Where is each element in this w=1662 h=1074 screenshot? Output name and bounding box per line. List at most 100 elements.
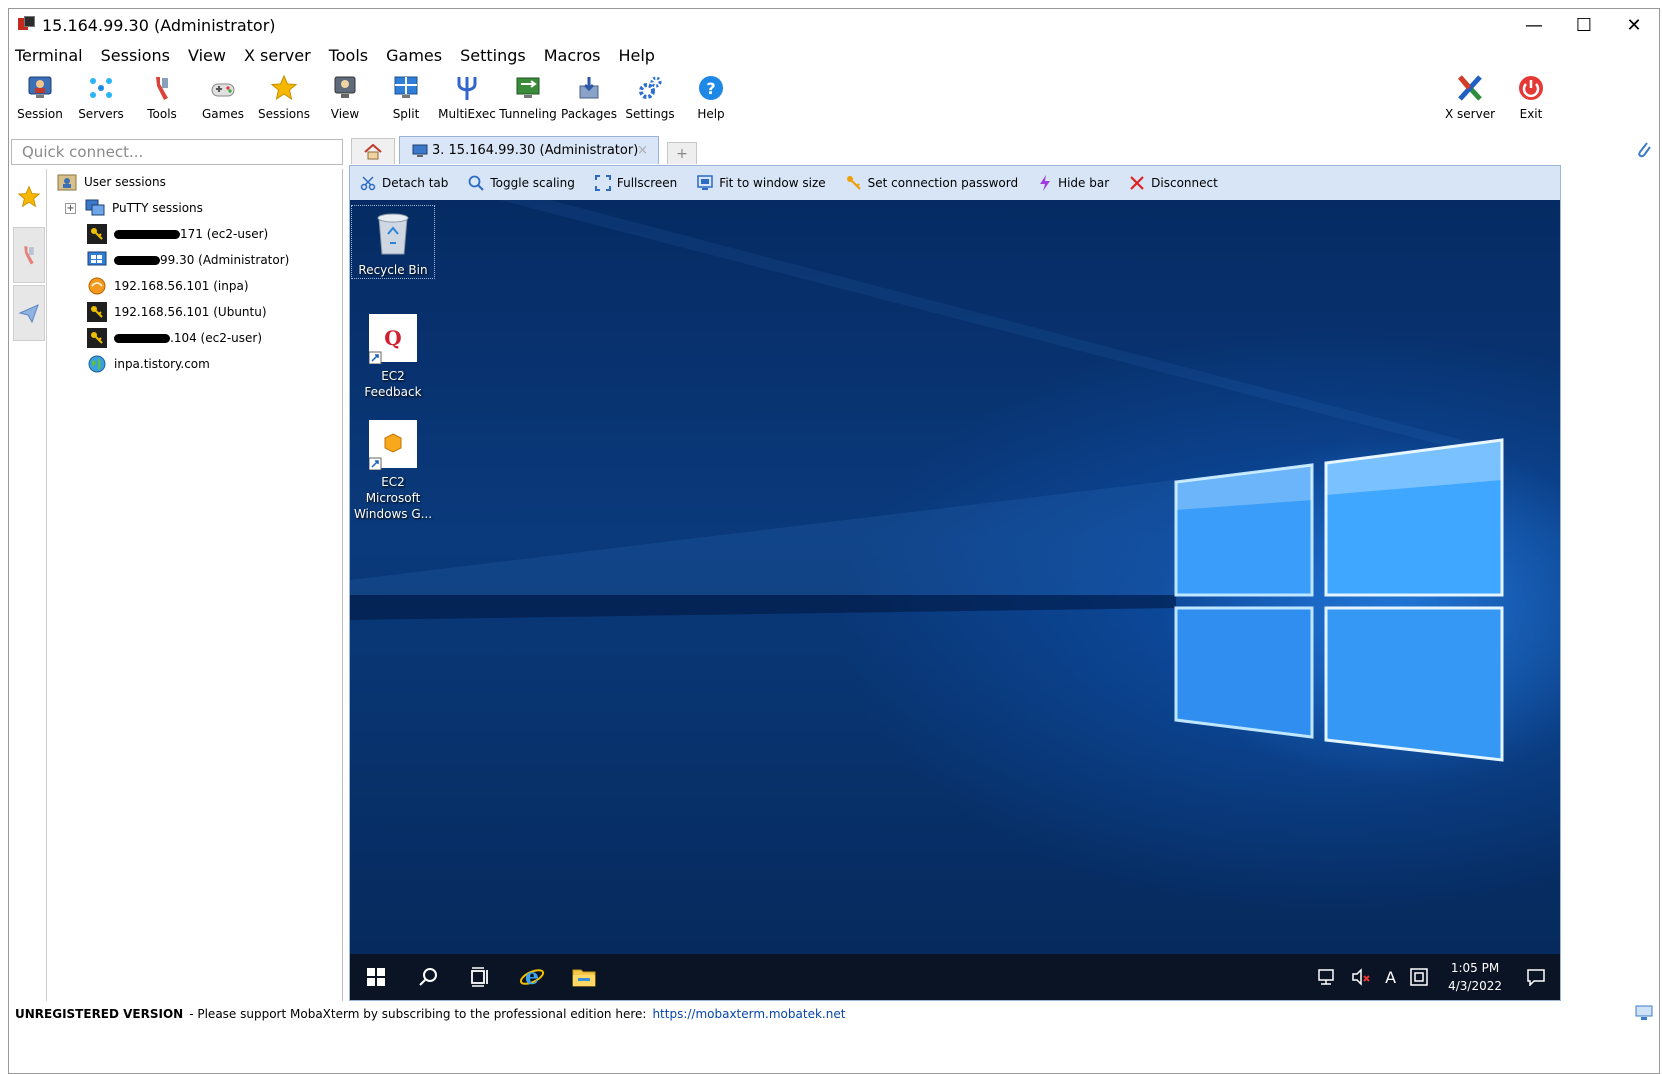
remote-session-view[interactable]: Detach tab Toggle scaling Fullscreen Fit… — [349, 165, 1561, 1001]
detach-tab-button[interactable]: Detach tab — [360, 175, 448, 191]
tab-session-active[interactable]: 3. 15.164.99.30 (Administrator) × — [399, 136, 659, 164]
servers-button[interactable]: Servers — [70, 71, 132, 133]
fullscreen-icon — [594, 175, 611, 191]
lightning-icon — [1038, 175, 1052, 191]
globe-icon — [87, 354, 107, 374]
fit-to-window-button[interactable]: Fit to window size — [697, 175, 826, 191]
tab-close-icon[interactable]: × — [637, 143, 648, 158]
sidetab-sessions[interactable] — [13, 169, 45, 225]
menu-terminal[interactable]: Terminal — [15, 46, 83, 65]
task-view-button[interactable] — [454, 954, 506, 1000]
user-sessions-icon — [57, 172, 77, 192]
exit-button[interactable]: Exit — [1500, 71, 1562, 133]
session-item[interactable]: .104 (ec2-user) — [87, 327, 262, 349]
windows-start-button[interactable] — [350, 954, 402, 1000]
ec2-feedback-icon[interactable]: Q EC2 Feedback — [352, 312, 434, 400]
sidetab-macros[interactable] — [13, 285, 45, 341]
input-language-indicator[interactable]: A — [1385, 968, 1396, 987]
set-connection-password-button[interactable]: Set connection password — [846, 175, 1018, 191]
vnc-icon — [87, 276, 107, 296]
taskbar-search-button[interactable] — [402, 954, 454, 1000]
menu-macros[interactable]: Macros — [544, 46, 601, 65]
mobatek-link[interactable]: https://mobaxterm.mobatek.net — [652, 1007, 845, 1021]
disconnect-button[interactable]: Disconnect — [1129, 175, 1218, 191]
session-item-label: 192.168.56.101 (inpa) — [114, 279, 249, 293]
svg-text:?: ? — [706, 79, 715, 98]
putty-expander[interactable]: + — [65, 203, 76, 214]
quick-connect-input[interactable] — [11, 139, 343, 165]
menu-games[interactable]: Games — [386, 46, 442, 65]
multiexec-button[interactable]: MultiExec — [436, 71, 498, 133]
tools-button[interactable]: Tools — [131, 71, 193, 133]
recycle-bin-icon[interactable]: Recycle Bin — [351, 205, 435, 279]
menu-x-server[interactable]: X server — [244, 46, 311, 65]
help-icon: ? — [696, 73, 726, 103]
session-item[interactable]: 192.168.56.101 (Ubuntu) — [87, 301, 267, 323]
games-button[interactable]: Games — [192, 71, 254, 133]
hide-bar-label: Hide bar — [1058, 176, 1110, 190]
help-button[interactable]: ? Help — [680, 71, 742, 133]
packages-button[interactable]: Packages — [558, 71, 620, 133]
x-server-button[interactable]: X server — [1439, 71, 1501, 133]
session-item[interactable]: inpa.tistory.com — [87, 353, 210, 375]
session-item[interactable]: 171 (ec2-user) — [87, 223, 268, 245]
session-item-label: 99.30 (Administrator) — [160, 253, 290, 267]
monitor-status-icon — [1635, 1005, 1653, 1024]
menu-tools[interactable]: Tools — [329, 46, 368, 65]
sessions-button[interactable]: Sessions — [253, 71, 315, 133]
windows-desktop[interactable]: Recycle Bin Q EC2 Feedback EC2 Microsoft… — [350, 200, 1560, 954]
volume-muted-icon[interactable] — [1351, 968, 1371, 986]
fullscreen-label: Fullscreen — [616, 176, 678, 190]
view-button[interactable]: View — [314, 71, 376, 133]
ec2-windows-guide-label-line1: EC2 Microsoft — [365, 475, 421, 505]
internet-explorer-button[interactable]: e — [506, 954, 558, 1000]
clock-time: 1:05 PM — [1450, 961, 1500, 975]
hide-bar-button[interactable]: Hide bar — [1038, 175, 1109, 191]
redacted-host — [114, 333, 170, 343]
minimize-button[interactable]: — — [1509, 9, 1559, 41]
tunneling-button[interactable]: Tunneling — [497, 71, 559, 133]
network-icon[interactable] — [1317, 968, 1337, 986]
gamepad-icon — [208, 73, 238, 103]
home-tab[interactable] — [351, 138, 395, 164]
settings-button[interactable]: Settings — [619, 71, 681, 133]
split-icon — [391, 73, 421, 103]
tools-icon — [147, 73, 177, 103]
scissors-icon — [360, 175, 376, 191]
new-tab-button[interactable]: + — [667, 142, 697, 164]
mobaxterm-app-icon — [18, 16, 36, 34]
close-button[interactable]: ✕ — [1609, 9, 1659, 41]
toggle-scaling-button[interactable]: Toggle scaling — [468, 175, 575, 191]
action-center-icon[interactable] — [1526, 968, 1546, 986]
ec2-windows-guide-label-line2: Windows G... — [353, 507, 433, 521]
menu-settings[interactable]: Settings — [460, 46, 526, 65]
ime-mode-icon[interactable] — [1410, 968, 1428, 986]
menu-sessions[interactable]: Sessions — [101, 46, 170, 65]
exit-label: Exit — [1519, 107, 1543, 121]
tree-putty-sessions[interactable]: PuTTY sessions — [85, 197, 203, 219]
gear-icon — [635, 73, 665, 103]
maximize-button[interactable]: ☐ — [1559, 9, 1609, 41]
ec2-windows-guide-icon[interactable]: EC2 Microsoft Windows G... — [352, 418, 434, 522]
taskbar-clock[interactable]: 1:05 PM 4/3/2022 — [1448, 959, 1502, 995]
tunneling-icon — [513, 73, 543, 103]
clock-date: 4/3/2022 — [1448, 979, 1502, 993]
fullscreen-button[interactable]: Fullscreen — [594, 175, 678, 191]
session-button[interactable]: Session — [9, 71, 71, 133]
fit-to-window-label: Fit to window size — [719, 176, 826, 190]
menu-help[interactable]: Help — [618, 46, 654, 65]
file-explorer-button[interactable] — [558, 954, 610, 1000]
menu-view[interactable]: View — [188, 46, 226, 65]
sidetab-tools[interactable] — [13, 227, 45, 283]
split-button[interactable]: Split — [375, 71, 437, 133]
tree-root-user-sessions[interactable]: User sessions — [57, 171, 166, 193]
tools-icon — [24, 246, 34, 265]
session-item[interactable]: 99.30 (Administrator) — [87, 249, 289, 271]
aws-box-shortcut-icon — [368, 420, 418, 470]
paperclip-icon[interactable] — [1635, 140, 1653, 165]
status-message: - Please support MobaXterm by subscribin… — [189, 1007, 647, 1021]
unregistered-label: UNREGISTERED VERSION — [15, 1007, 184, 1021]
session-item[interactable]: 192.168.56.101 (inpa) — [87, 275, 249, 297]
star-icon — [17, 185, 41, 208]
close-x-icon — [1129, 175, 1145, 191]
